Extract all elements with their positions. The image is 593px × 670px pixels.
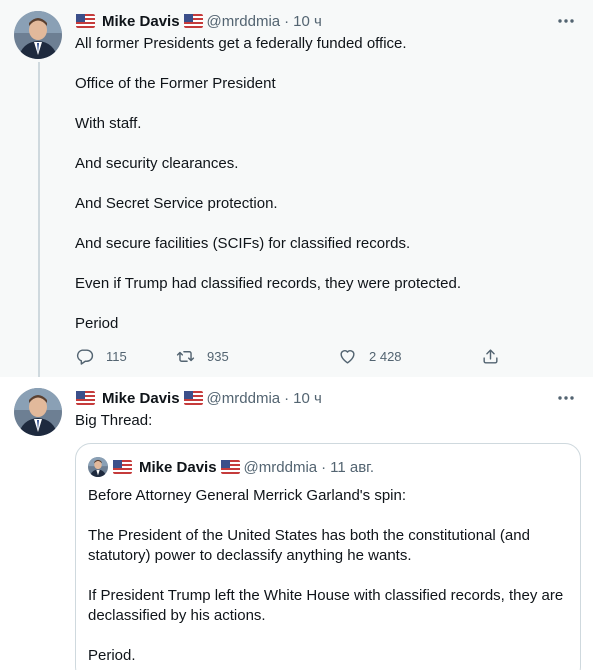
author-name: Mike Davis [139,458,217,476]
quoted-tweet[interactable]: Mike Davis @mrddmia · 11 авг. Before Att… [75,443,581,670]
author-handle: @mrddmia [243,458,318,476]
thread-line [38,62,40,377]
retweet-button[interactable]: 935 [176,344,229,368]
timestamp: 11 авг. [330,458,374,476]
us-flag-icon [113,460,132,474]
reply-count: 115 [106,348,127,364]
retweet-count: 935 [207,348,229,364]
author-name[interactable]: Mike Davis [102,390,180,407]
tweet-paragraph: Big Thread: [75,412,153,429]
like-icon [338,347,357,366]
us-flag-icon [183,14,203,28]
tweet-paragraph: Office of the Former President [75,75,276,92]
share-button[interactable] [481,344,500,368]
avatar[interactable] [14,388,62,436]
quoted-tweet-header: Mike Davis @mrddmia · 11 авг. [88,456,374,478]
tweet-text: All former Presidents get a federally fu… [75,34,573,354]
tweet-paragraph: And secure facilities (SCIFs) for classi… [75,235,411,252]
like-count: 2 428 [369,348,402,364]
tweet-header: Mike Davis @mrddmia · 10 ч [75,387,581,409]
separator: · [321,458,327,476]
tweet-paragraph: And Secret Service protection. [75,195,278,212]
timestamp[interactable]: 10 ч [293,390,322,407]
tweet-paragraph: Period. [88,647,136,664]
reply-button[interactable]: 115 [75,344,127,368]
author-handle[interactable]: @mrddmia [207,13,281,30]
us-flag-icon [183,391,203,405]
tweet-paragraph: The President of the United States has b… [88,527,530,564]
tweet-actions: 115 935 2 428 [75,344,505,368]
more-icon[interactable] [555,387,577,409]
avatar[interactable] [14,11,62,59]
tweet-paragraph: Even if Trump had classified records, th… [75,275,462,292]
author-name[interactable]: Mike Davis [102,13,180,30]
tweet-paragraph: If President Trump left the White House … [88,587,564,624]
timestamp[interactable]: 10 ч [293,13,322,30]
tweet-paragraph: Before Attorney General Merrick Garland'… [88,487,407,504]
tweet-paragraph: And security clearances. [75,155,239,172]
tweet-header: Mike Davis @mrddmia · 10 ч [75,10,581,32]
tweet[interactable]: Mike Davis @mrddmia · 10 ч All former Pr… [0,0,593,377]
more-icon[interactable] [555,10,577,32]
us-flag-icon [220,460,240,474]
like-button[interactable]: 2 428 [338,344,402,368]
share-icon [481,347,500,366]
us-flag-icon [76,14,95,28]
retweet-icon [176,347,195,366]
quoted-tweet-text: Before Attorney General Merrick Garland'… [88,486,566,670]
reply-icon [75,347,94,366]
tweet[interactable]: Mike Davis @mrddmia · 10 ч Big Thread: M… [0,377,593,670]
separator: · [284,12,290,30]
author-handle[interactable]: @mrddmia [207,390,281,407]
separator: · [284,389,290,407]
tweet-paragraph: All former Presidents get a federally fu… [75,35,407,52]
avatar [88,457,108,477]
tweet-paragraph: Period [75,315,119,332]
us-flag-icon [76,391,95,405]
tweet-paragraph: With staff. [75,115,142,132]
